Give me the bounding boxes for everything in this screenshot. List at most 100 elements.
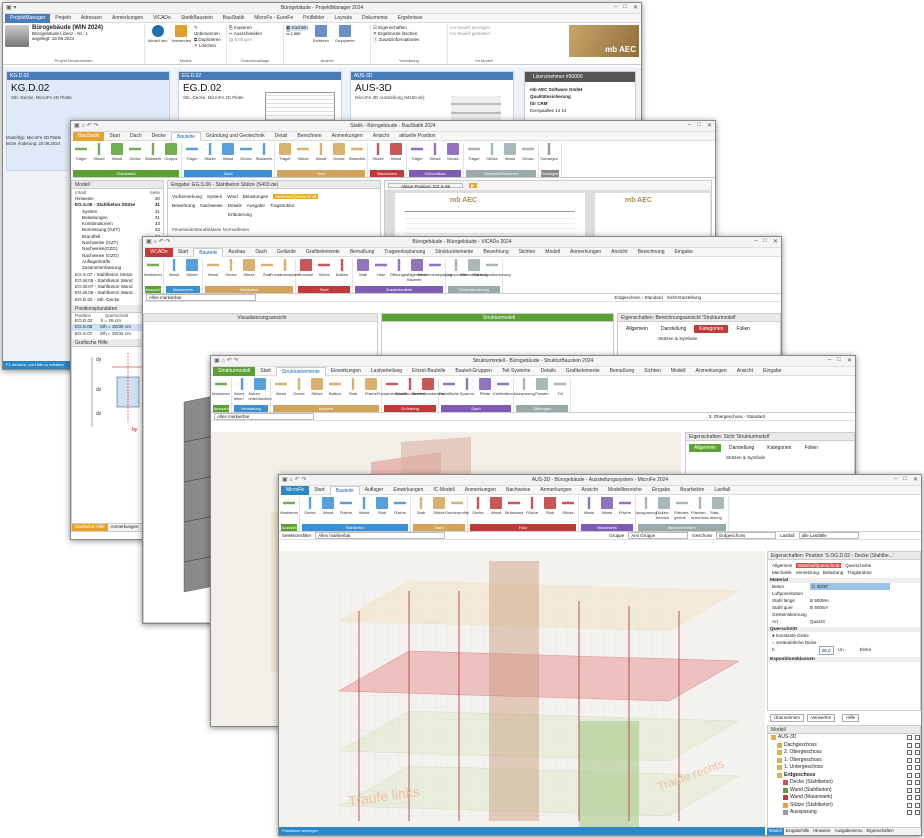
property-tab[interactable]: Kategorien [694, 325, 729, 333]
ribbon-button-11[interactable]: Stab [355, 259, 371, 277]
ribbon-button-19[interactable]: Aussparung [635, 497, 657, 515]
ribbon-button-22[interactable]: Flächen-anschluss [691, 497, 709, 520]
tab-bema-ung[interactable]: Bemaßung [345, 249, 379, 255]
ribbon-button-19[interactable]: Stütze [427, 143, 443, 161]
tab-bema-ung[interactable]: Bemaßung [605, 368, 639, 374]
filter-select[interactable]: Alles markierbar [315, 532, 446, 539]
input-tab[interactable]: Ausgabe [247, 203, 265, 208]
model-tree-item[interactable]: Wand (Stahlbeton) [771, 787, 920, 795]
tab-modell[interactable]: Modell [666, 368, 691, 374]
tab-berechnung[interactable]: Berechnung [633, 249, 670, 255]
ribbon-button-13[interactable]: Wand [313, 143, 329, 161]
input-tab[interactable]: Querschnitte [845, 563, 871, 568]
close-icon[interactable]: ✕ [913, 476, 918, 483]
ribbon-button-21[interactable]: Träger [466, 143, 482, 161]
tab-einzel-bauteile[interactable]: Einzel-Bauteile [407, 368, 450, 374]
tab-bewehrung[interactable]: Bewehrung [478, 249, 513, 255]
ribbon-button-3[interactable]: Decke [127, 143, 143, 161]
apply-button[interactable]: Übernehmen [770, 714, 805, 722]
tab-anmerkungen[interactable]: Anmerkungen [691, 368, 732, 374]
ribbon-button-7[interactable]: Stab [345, 378, 361, 396]
tab-graphic-help[interactable]: Grafische Hilfe [72, 524, 108, 531]
ribbon-button-17[interactable]: Wand [388, 143, 404, 161]
ribbon-button-17[interactable]: Fenster [534, 378, 550, 396]
input-subtab[interactable]: Erläuterung [168, 210, 380, 219]
ribbon-button-18[interactable]: Tür [552, 378, 568, 396]
floor-select[interactable]: 3. Obergeschoss - Standard [709, 414, 765, 419]
tab-berechnen[interactable]: Berechnen [292, 133, 326, 139]
ribbon-button-3[interactable]: Wand [273, 378, 289, 396]
tab-eingabe[interactable]: Eingabe [758, 368, 786, 374]
filter-select[interactable]: Alles markierbar [146, 294, 256, 301]
property-value[interactable]: C 30/37 [810, 583, 890, 590]
tab-ausbau[interactable]: Ausbau [223, 249, 250, 255]
tab-eingabe[interactable]: Eingabe [670, 249, 698, 255]
ribbon-button-9[interactable]: Stütze [316, 259, 332, 277]
tab-bauteile[interactable]: Bauteile [193, 247, 224, 257]
tab-annotations[interactable]: Anmerkungen [108, 524, 142, 531]
quick-access-icon[interactable]: ▣ ⌂ ↶ ↷ [146, 238, 170, 245]
minimize-icon[interactable]: – [828, 357, 831, 364]
close-icon[interactable]: ✕ [633, 4, 638, 11]
tab-dach[interactable]: Dach [250, 249, 272, 255]
ribbon-button-11[interactable]: Wand [488, 497, 504, 515]
model-tree-item[interactable]: Dachgeschoss [771, 742, 920, 750]
property-value[interactable]: Quarzit [810, 618, 825, 625]
ribbon-button-5[interactable]: Stütze [241, 259, 257, 277]
ribbon-button-6[interactable]: Fläche [392, 497, 408, 515]
ribbon-button-1[interactable]: Decke [302, 497, 318, 515]
ribbon-button-10[interactable]: Stabwerk [256, 143, 272, 161]
ribbon-button-16[interactable]: Wand [581, 497, 597, 515]
tab-decke[interactable]: Decke [147, 133, 171, 139]
bottom-tab[interactable]: Hinweise [811, 828, 832, 835]
property-tab[interactable]: Allgemein [621, 325, 653, 333]
tab-modellbereiche[interactable]: Modellbereiche [603, 487, 647, 493]
tab-lastfall[interactable]: Lastfall [709, 487, 735, 493]
group-select[interactable]: Arsi Gruppe [628, 532, 689, 539]
tab-strukturelemente[interactable]: Strukturelemente [430, 249, 478, 255]
tab-teil-systeme[interactable]: Teil-Systeme [497, 368, 536, 374]
ribbon-button-13[interactable]: Fläche [524, 497, 540, 515]
visibility-checkbox[interactable] [907, 735, 912, 741]
tab-anmerkungen[interactable]: Anmerkungen [565, 249, 606, 255]
tab-adressen[interactable]: Adressen [76, 15, 107, 21]
model-tree-item[interactable]: AUS-3D [771, 734, 920, 742]
visibility-checkbox[interactable] [907, 742, 912, 748]
ribbon-button-13[interactable]: Öffnungen [390, 259, 408, 277]
quick-access-icon[interactable]: ▣ ⌂ ↶ ↷ [282, 476, 306, 483]
ribbon-button-3[interactable]: Fläche [338, 497, 354, 515]
visibility-checkbox[interactable] [907, 750, 912, 756]
visibility-checkbox[interactable] [915, 757, 920, 763]
visibility-checkbox[interactable] [907, 810, 912, 816]
maximize-icon[interactable]: □ [837, 357, 841, 364]
ribbon-button-4[interactable]: Decke [223, 259, 239, 277]
ribbon-button-1[interactable]: Stütze [91, 143, 107, 161]
input-tab[interactable]: Belastungen [243, 194, 269, 199]
ribbon-button-15[interactable]: Stabwerk [349, 143, 365, 161]
ribbon-button-13[interactable]: Sparren [459, 378, 475, 396]
visibility-checkbox[interactable] [907, 780, 912, 786]
ribbon-button-0[interactable]: Träger [73, 143, 89, 161]
property-value[interactable]: B 500SA [810, 604, 828, 611]
ribbon-button-6[interactable]: Balken [327, 378, 343, 396]
tab-ansicht[interactable]: Ansicht [368, 133, 394, 139]
bottom-tab[interactable]: Ausgabemenu [833, 828, 865, 835]
ribbon-button-10[interactable]: Decke [470, 497, 486, 515]
use-button[interactable]: Verwenden [170, 25, 191, 43]
discard-button[interactable]: Verwerfen [807, 714, 836, 722]
tab-detail[interactable]: Detail [270, 133, 293, 139]
thickness-input[interactable]: 26,0 [818, 646, 834, 655]
tab-eingabe[interactable]: Eingabe [647, 487, 675, 493]
visibility-checkbox[interactable] [915, 810, 920, 816]
aus3d-viewport[interactable]: Traufe links Traufe rechts [279, 551, 765, 829]
ribbon-button-2[interactable]: Autom. unterdrücken [248, 378, 272, 401]
ribbon-button-0[interactable]: Markieren [144, 259, 162, 277]
design-in-model-button[interactable]: Ins Modell gestalten [450, 31, 518, 37]
rename-button[interactable]: ✎ Unbenennen [194, 25, 224, 37]
model-tree-item[interactable]: 1. Obergeschoss [771, 757, 920, 765]
visibility-checkbox[interactable] [907, 795, 912, 801]
ribbon-button-23[interactable]: Wand [502, 143, 518, 161]
tab-strukturmodell[interactable]: Strukturmodell [213, 366, 256, 376]
input-tab[interactable]: Vorbemerkung [172, 194, 202, 199]
ribbon-button-2[interactable]: Stütze [184, 259, 200, 277]
